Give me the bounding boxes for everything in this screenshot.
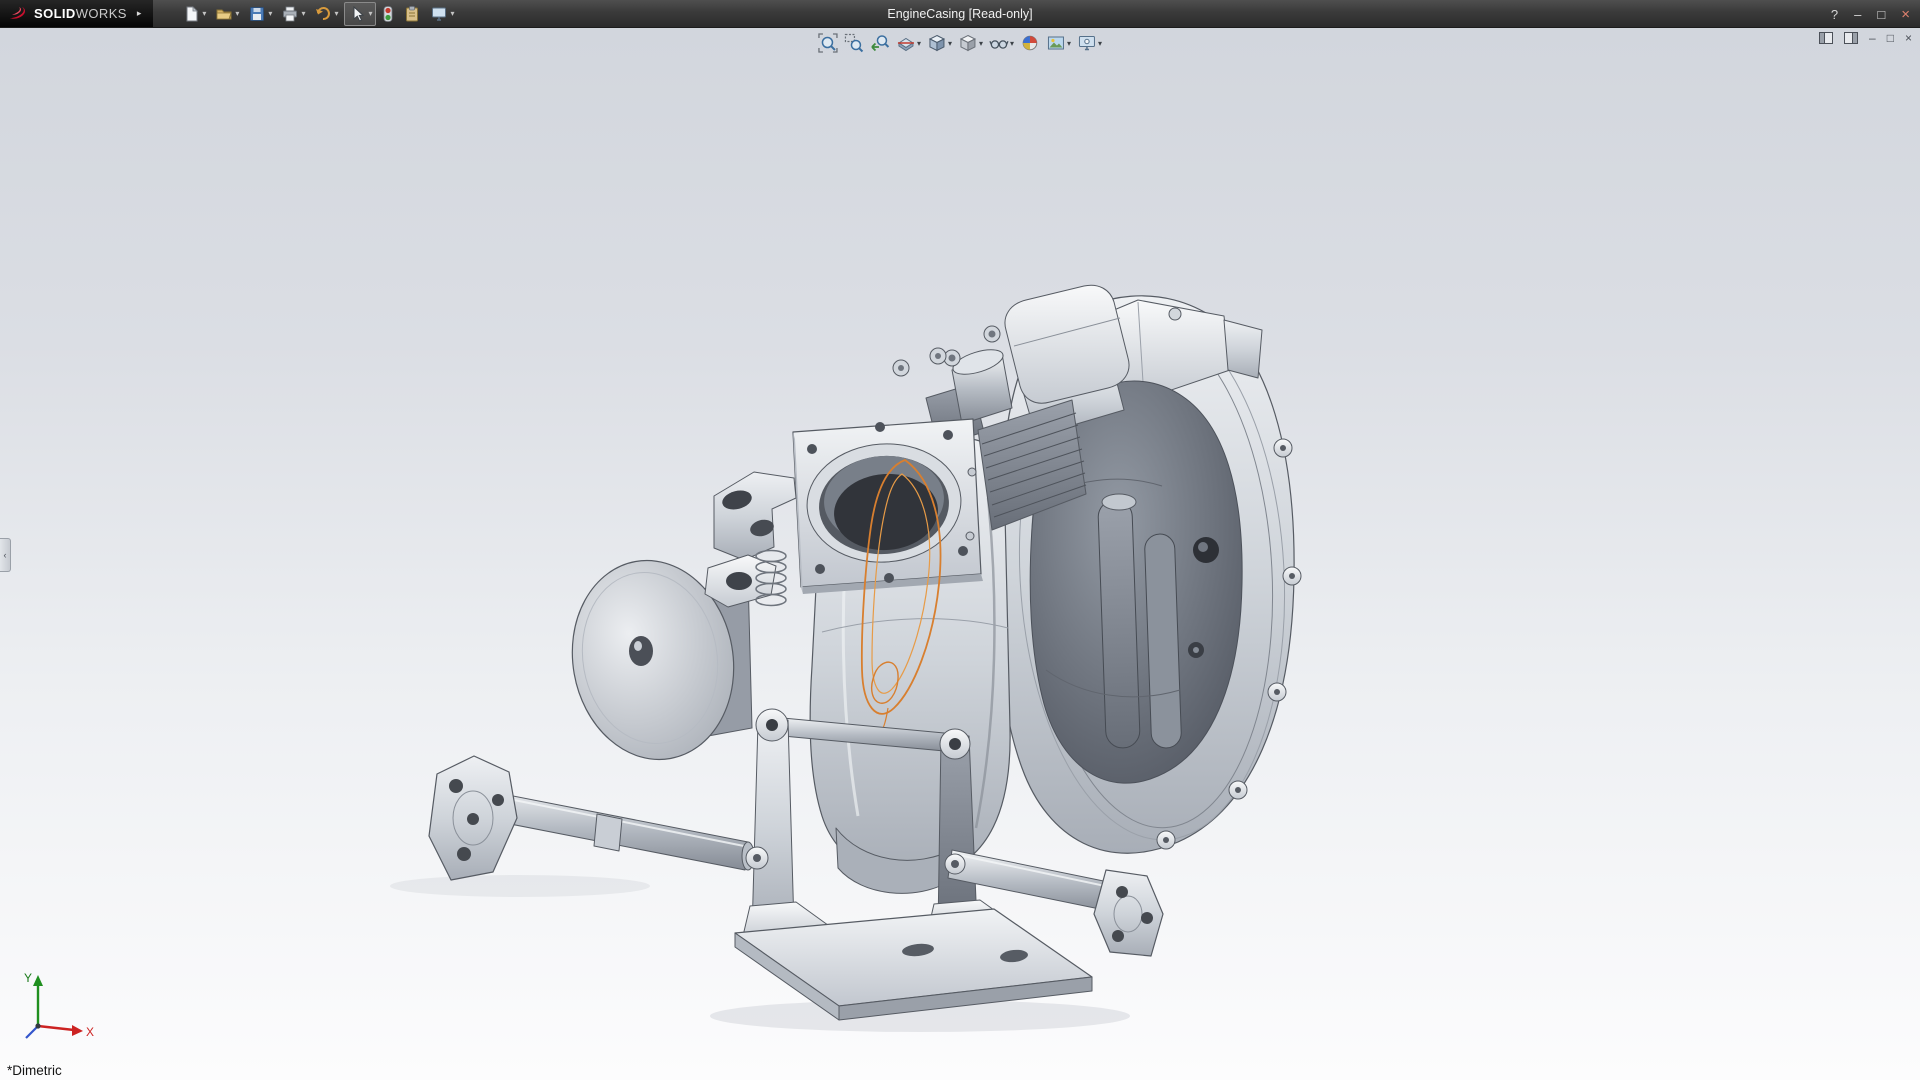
display-options-icon [430,5,448,23]
engine-casing-model[interactable] [0,28,1920,1080]
select-cursor-icon [348,5,366,23]
titlebar: SOLIDWORKS ▸ ▾ ▾ ▾ [0,0,1920,28]
undo-button[interactable]: ▾ [311,3,341,25]
view-orientation-label: *Dimetric [7,1063,62,1078]
zoom-to-fit-button[interactable] [817,32,839,54]
head-flange [793,419,983,594]
help-button[interactable]: ? [1831,8,1838,21]
hide-show-glasses-icon [989,33,1009,53]
display-style-button[interactable]: ▾ [957,32,984,54]
display-style-icon [958,33,978,53]
open-button[interactable]: ▾ [212,3,242,25]
select-tool-button[interactable]: ▾ [344,2,376,26]
pane-left-icon[interactable] [1819,32,1833,44]
maximize-button[interactable]: □ [1877,8,1885,21]
print-icon [281,5,299,23]
open-folder-icon [215,5,233,23]
view-settings-button[interactable]: ▾ [1076,32,1103,54]
section-view-button[interactable]: ▾ [895,32,922,54]
new-document-button[interactable]: ▾ [179,3,209,25]
brand-text: SOLIDWORKS [34,6,127,21]
zoom-to-area-button[interactable] [843,32,865,54]
print-button[interactable]: ▾ [278,3,308,25]
previous-view-icon [870,33,890,53]
apply-scene-button[interactable]: ▾ [1045,32,1072,54]
graphics-area[interactable]: ▾ ▾ ▾ ▾ [0,28,1920,1080]
window-controls: ? – □ × [1831,0,1910,28]
edit-appearance-button[interactable] [1019,32,1041,54]
zoom-to-area-icon [844,33,864,53]
selection-filter-toggle-button[interactable] [379,3,397,25]
close-button[interactable]: × [1901,7,1910,22]
display-options-button[interactable]: ▾ [427,3,457,25]
view-orientation-cube-icon [927,33,947,53]
triad-x-label: X [86,1025,94,1039]
document-restore-button[interactable]: □ [1887,32,1894,44]
clipboard-icon [403,5,421,23]
save-icon [248,5,266,23]
reference-triad: Y X [12,968,98,1046]
apply-scene-icon [1046,33,1066,53]
selection-filter-icon [382,5,394,23]
mount-bracket [705,472,796,607]
heads-up-toolbar: ▾ ▾ ▾ ▾ [817,32,1103,54]
view-settings-icon [1077,33,1097,53]
save-button[interactable]: ▾ [245,3,275,25]
solidworks-logo-icon [8,5,28,23]
document-minimize-button[interactable]: – [1869,32,1876,44]
main-toolbar: ▾ ▾ ▾ ▾ [179,2,457,26]
zoom-to-fit-icon [818,33,838,53]
edit-appearance-ball-icon [1020,33,1040,53]
previous-view-button[interactable] [869,32,891,54]
section-view-icon [896,33,916,53]
triad-y-label: Y [24,971,32,985]
new-document-icon [182,5,200,23]
hide-show-items-button[interactable]: ▾ [988,32,1015,54]
minimize-button[interactable]: – [1854,8,1861,21]
featuremanager-collapsed-tab[interactable]: ‹ [0,538,11,572]
undo-icon [314,5,332,23]
document-close-button[interactable]: × [1905,32,1912,44]
pane-right-icon[interactable] [1844,32,1858,44]
clipboard-options-button[interactable] [400,3,424,25]
document-window-controls: – □ × [1819,32,1912,44]
menu-expand-arrow[interactable]: ▸ [137,8,142,19]
solidworks-logo: SOLIDWORKS ▸ [0,0,153,27]
left-axle [429,756,768,880]
view-orientation-button[interactable]: ▾ [926,32,953,54]
